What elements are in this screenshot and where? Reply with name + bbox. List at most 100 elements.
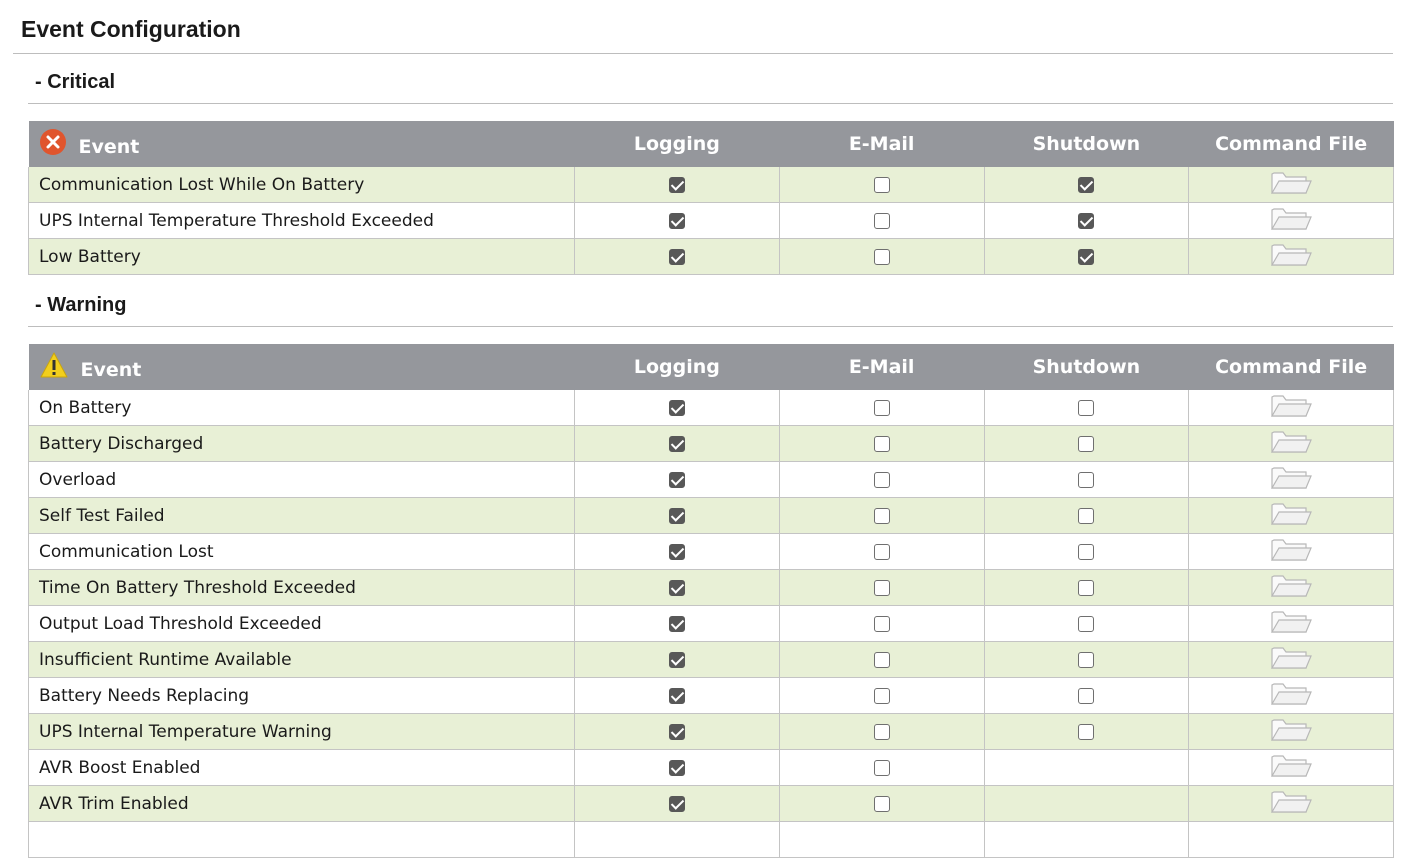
shutdown-checkbox[interactable] bbox=[1078, 723, 1095, 740]
logging-cell bbox=[574, 749, 780, 786]
logging-checkbox[interactable] bbox=[668, 471, 685, 488]
logging-checkbox[interactable] bbox=[668, 795, 685, 812]
header-shutdown: Shutdown bbox=[984, 344, 1189, 390]
folder-icon[interactable] bbox=[1269, 240, 1313, 273]
shutdown-checkbox[interactable] bbox=[1078, 471, 1095, 488]
shutdown-checkbox[interactable] bbox=[1078, 579, 1095, 596]
shutdown-cell bbox=[984, 641, 1190, 678]
folder-icon[interactable] bbox=[1269, 751, 1313, 784]
logging-cell bbox=[574, 533, 780, 570]
folder-icon[interactable] bbox=[1269, 204, 1313, 237]
folder-icon[interactable] bbox=[1269, 571, 1313, 604]
logging-cell bbox=[574, 677, 780, 714]
table-row: AVR Boost Enabled bbox=[28, 749, 1394, 786]
shutdown-checkbox[interactable] bbox=[1078, 435, 1095, 452]
folder-icon[interactable] bbox=[1269, 391, 1313, 424]
event-name bbox=[28, 821, 575, 858]
folder-icon[interactable] bbox=[1269, 607, 1313, 640]
folder-icon[interactable] bbox=[1269, 499, 1313, 532]
logging-checkbox[interactable] bbox=[668, 399, 685, 416]
header-event: Event bbox=[28, 344, 575, 390]
event-name: Communication Lost bbox=[28, 533, 575, 570]
shutdown-checkbox[interactable] bbox=[1078, 687, 1095, 704]
header-command-file: Command File bbox=[1188, 121, 1394, 167]
title-divider bbox=[13, 53, 1393, 54]
command-file-cell bbox=[1188, 677, 1394, 714]
email-cell bbox=[779, 202, 985, 239]
shutdown-checkbox[interactable] bbox=[1078, 507, 1095, 524]
email-checkbox[interactable] bbox=[873, 759, 890, 776]
critical-x-icon bbox=[39, 129, 66, 155]
logging-checkbox[interactable] bbox=[668, 435, 685, 452]
email-cell bbox=[779, 425, 985, 462]
folder-icon[interactable] bbox=[1269, 168, 1313, 201]
shutdown-checkbox[interactable] bbox=[1078, 212, 1095, 229]
logging-cell bbox=[574, 713, 780, 750]
logging-cell bbox=[574, 238, 780, 275]
shutdown-cell bbox=[984, 238, 1190, 275]
email-cell bbox=[779, 749, 985, 786]
header-logging: Logging bbox=[574, 344, 780, 390]
logging-checkbox[interactable] bbox=[668, 723, 685, 740]
email-checkbox[interactable] bbox=[873, 615, 890, 632]
shutdown-checkbox[interactable] bbox=[1078, 651, 1095, 668]
logging-checkbox[interactable] bbox=[668, 212, 685, 229]
email-checkbox[interactable] bbox=[873, 507, 890, 524]
command-file-cell bbox=[1188, 605, 1394, 642]
folder-icon[interactable] bbox=[1269, 715, 1313, 748]
logging-cell bbox=[574, 569, 780, 606]
folder-icon[interactable] bbox=[1269, 427, 1313, 460]
logging-checkbox[interactable] bbox=[668, 615, 685, 632]
command-file-cell bbox=[1188, 390, 1394, 426]
shutdown-cell bbox=[984, 390, 1190, 426]
email-checkbox[interactable] bbox=[873, 212, 890, 229]
folder-icon[interactable] bbox=[1269, 535, 1313, 568]
event-name: UPS Internal Temperature Threshold Excee… bbox=[28, 202, 575, 239]
logging-cell bbox=[574, 641, 780, 678]
section-divider-warning bbox=[28, 326, 1393, 327]
shutdown-checkbox[interactable] bbox=[1078, 248, 1095, 265]
logging-cell bbox=[574, 390, 780, 426]
table-row: Insufficient Runtime Available bbox=[28, 641, 1394, 678]
email-checkbox[interactable] bbox=[873, 687, 890, 704]
shutdown-checkbox[interactable] bbox=[1078, 543, 1095, 560]
logging-cell bbox=[574, 785, 780, 822]
email-checkbox[interactable] bbox=[873, 399, 890, 416]
folder-icon[interactable] bbox=[1269, 679, 1313, 712]
email-checkbox[interactable] bbox=[873, 248, 890, 265]
email-checkbox[interactable] bbox=[873, 543, 890, 560]
shutdown-cell bbox=[984, 677, 1190, 714]
email-checkbox[interactable] bbox=[873, 579, 890, 596]
logging-checkbox[interactable] bbox=[668, 687, 685, 704]
logging-checkbox[interactable] bbox=[668, 651, 685, 668]
logging-checkbox[interactable] bbox=[668, 579, 685, 596]
shutdown-checkbox[interactable] bbox=[1078, 176, 1095, 193]
folder-icon[interactable] bbox=[1269, 463, 1313, 496]
email-cell bbox=[779, 167, 985, 203]
folder-icon[interactable] bbox=[1269, 643, 1313, 676]
shutdown-cell bbox=[984, 202, 1190, 239]
logging-checkbox[interactable] bbox=[668, 543, 685, 560]
email-cell bbox=[779, 390, 985, 426]
email-checkbox[interactable] bbox=[873, 795, 890, 812]
email-checkbox[interactable] bbox=[873, 176, 890, 193]
header-logging: Logging bbox=[574, 121, 780, 167]
email-cell bbox=[779, 821, 985, 858]
email-checkbox[interactable] bbox=[873, 435, 890, 452]
logging-checkbox[interactable] bbox=[668, 176, 685, 193]
table-row: Time On Battery Threshold Exceeded bbox=[28, 569, 1394, 606]
header-email: E-Mail bbox=[779, 344, 984, 390]
logging-checkbox[interactable] bbox=[668, 507, 685, 524]
logging-checkbox[interactable] bbox=[668, 248, 685, 265]
email-checkbox[interactable] bbox=[873, 651, 890, 668]
shutdown-checkbox[interactable] bbox=[1078, 615, 1095, 632]
folder-icon[interactable] bbox=[1269, 787, 1313, 820]
shutdown-checkbox[interactable] bbox=[1078, 399, 1095, 416]
logging-checkbox[interactable] bbox=[668, 759, 685, 776]
table-row: On Battery bbox=[28, 390, 1394, 426]
event-name: Battery Discharged bbox=[28, 425, 575, 462]
email-checkbox[interactable] bbox=[873, 471, 890, 488]
warning-triangle-icon bbox=[40, 352, 67, 378]
logging-cell bbox=[574, 605, 780, 642]
email-checkbox[interactable] bbox=[873, 723, 890, 740]
